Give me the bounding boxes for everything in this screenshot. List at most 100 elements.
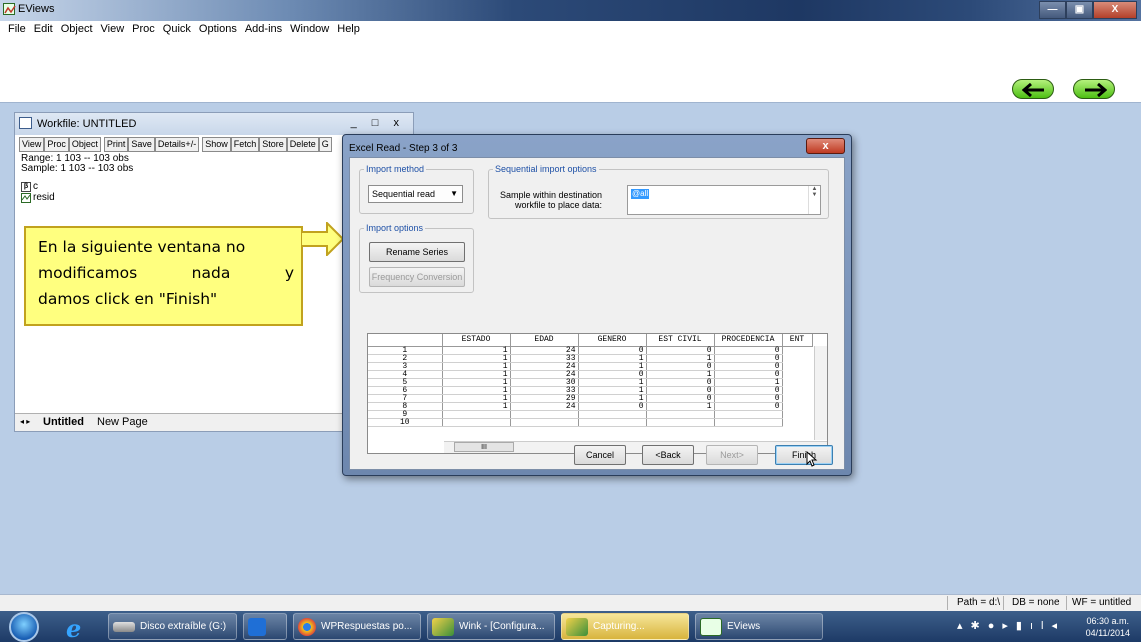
drive-icon [113, 621, 135, 632]
command-window[interactable] [0, 39, 1141, 103]
store-button[interactable]: Store [259, 137, 287, 152]
system-tray-icons[interactable]: ▴✱●▸▮ıl◂ [957, 619, 1065, 632]
finish-button[interactable]: Finish [775, 445, 833, 465]
taskbar-clock[interactable]: 06:30 a.m. 04/11/2014 [1086, 615, 1130, 639]
rename-series-button[interactable]: Rename Series [369, 242, 465, 262]
workfile-object-c[interactable]: β c [21, 181, 38, 192]
view-button[interactable]: View [19, 137, 45, 152]
tab-new-page[interactable]: New Page [91, 415, 154, 429]
next-button[interactable]: Next> [706, 445, 758, 465]
grid-horizontal-scrollbar[interactable]: III [444, 441, 827, 453]
grid-row-number: 1 [368, 346, 443, 355]
grid-cell: 0 [714, 354, 783, 363]
grid-row-number: 9 [368, 410, 443, 419]
grid-cell [578, 410, 647, 419]
object-button[interactable]: Object [68, 137, 101, 152]
grid-cell: 1 [578, 394, 647, 403]
grid-cell: 24 [510, 362, 579, 371]
left-arrow-icon [1022, 83, 1044, 97]
taskbar-item-media[interactable] [243, 613, 287, 640]
menu-proc[interactable]: Proc [128, 21, 159, 39]
minimize-button[interactable]: — [1039, 1, 1066, 19]
workfile-window-controls[interactable]: _ □ x [351, 117, 405, 129]
taskbar-item-capturing[interactable]: Capturing... [561, 613, 689, 640]
callout-word: nada [191, 264, 231, 282]
frequency-conversion-button[interactable]: Frequency Conversion [369, 267, 465, 287]
app-titlebar: EViews — ▣ X [0, 0, 1141, 21]
dialog-close-button[interactable]: x [806, 138, 845, 154]
status-separator [1003, 596, 1004, 610]
grid-cell: 0 [578, 346, 647, 355]
grid-row: 5 1 30 1 0 1 [368, 378, 812, 387]
cancel-button[interactable]: Cancel [574, 445, 626, 465]
chrome-icon [298, 617, 316, 636]
grid-row: 1 1 24 0 0 0 [368, 346, 812, 355]
callout-word: modificamos [38, 264, 138, 282]
dialog-body: Import method Sequential read ▼ Sequenti… [349, 157, 845, 470]
data-preview-grid[interactable]: ESTADO EDAD GENERO EST CIVIL PROCEDENCIA… [367, 333, 828, 454]
start-button[interactable] [9, 612, 39, 642]
show-button[interactable]: Show [202, 137, 231, 152]
hscroll-thumb[interactable]: III [454, 442, 514, 452]
menu-options[interactable]: Options [195, 21, 241, 39]
taskbar-item-removable-disk[interactable]: Disco extraíble (G:) [108, 613, 237, 640]
menu-addins[interactable]: Add-ins [241, 21, 286, 39]
proc-button[interactable]: Proc [44, 137, 69, 152]
grid-row-number: 4 [368, 370, 443, 379]
close-button[interactable]: X [1093, 1, 1137, 19]
eviews-logo-icon [700, 617, 722, 636]
grid-row: 2 1 33 1 1 0 [368, 354, 812, 363]
grid-cell [646, 410, 715, 419]
menu-file[interactable]: File [4, 21, 30, 39]
menu-window[interactable]: Window [286, 21, 333, 39]
taskbar-item-eviews[interactable]: EViews [695, 613, 823, 640]
fetch-button[interactable]: Fetch [230, 137, 260, 152]
grid-vertical-scrollbar[interactable] [814, 346, 827, 440]
taskbar-item-label: WPRespuestas po... [321, 621, 413, 632]
tab-scroll-arrows-icon[interactable]: ◂ ▸ [20, 417, 30, 426]
menu-help[interactable]: Help [333, 21, 364, 39]
grid-cell: 0 [646, 362, 715, 371]
save-button[interactable]: Save [128, 137, 155, 152]
menu-quick[interactable]: Quick [159, 21, 195, 39]
internet-explorer-icon[interactable]: e [66, 614, 81, 642]
sample-scrollbar[interactable]: ▲ ▼ [808, 186, 820, 214]
grid-cell: 0 [714, 346, 783, 355]
grid-cell: 1 [442, 354, 511, 363]
sample-input[interactable]: @all ▲ ▼ [627, 185, 821, 215]
taskbar-item-wink[interactable]: Wink - [Configura... [427, 613, 555, 640]
menu-view[interactable]: View [97, 21, 129, 39]
grid-cell: 0 [714, 394, 783, 403]
grid-col-header: GENERO [578, 334, 647, 347]
sample-value: @all [631, 189, 650, 199]
grid-cell: 1 [578, 378, 647, 387]
grid-row-number: 6 [368, 386, 443, 395]
grid-cell: 1 [578, 386, 647, 395]
workfile-title: Workfile: UNTITLED [37, 118, 137, 130]
print-button[interactable]: Print [103, 137, 129, 152]
menu-edit[interactable]: Edit [30, 21, 57, 39]
right-arrow-icon [1085, 83, 1107, 97]
maximize-button[interactable]: ▣ [1066, 1, 1093, 19]
grid-cell [442, 418, 511, 427]
import-method-dropdown[interactable]: Sequential read ▼ [368, 185, 463, 203]
genr-button[interactable]: G [318, 137, 332, 152]
workfile-object-resid[interactable]: resid [21, 192, 55, 203]
menu-object[interactable]: Object [57, 21, 97, 39]
grid-cell: 0 [714, 370, 783, 379]
details-button[interactable]: Details+/- [154, 137, 200, 152]
workfile-icon [19, 117, 32, 129]
back-button[interactable]: <Back [642, 445, 694, 465]
status-bar: Path = d:\ DB = none WF = untitled [0, 594, 1141, 611]
back-arrow-button[interactable] [1012, 79, 1054, 99]
windows-taskbar: e Disco extraíble (G:) WPRespuestas po..… [0, 611, 1141, 642]
grid-cell: 1 [578, 362, 647, 371]
taskbar-item-chrome[interactable]: WPRespuestas po... [293, 613, 421, 640]
forward-arrow-button[interactable] [1073, 79, 1115, 99]
delete-button[interactable]: Delete [286, 137, 319, 152]
grid-cell: 0 [578, 402, 647, 411]
mouse-cursor-icon [806, 451, 818, 467]
tab-untitled[interactable]: Untitled [37, 415, 90, 429]
workfile-titlebar[interactable]: Workfile: UNTITLED _ □ x [15, 113, 413, 135]
grid-cell: 0 [714, 362, 783, 371]
